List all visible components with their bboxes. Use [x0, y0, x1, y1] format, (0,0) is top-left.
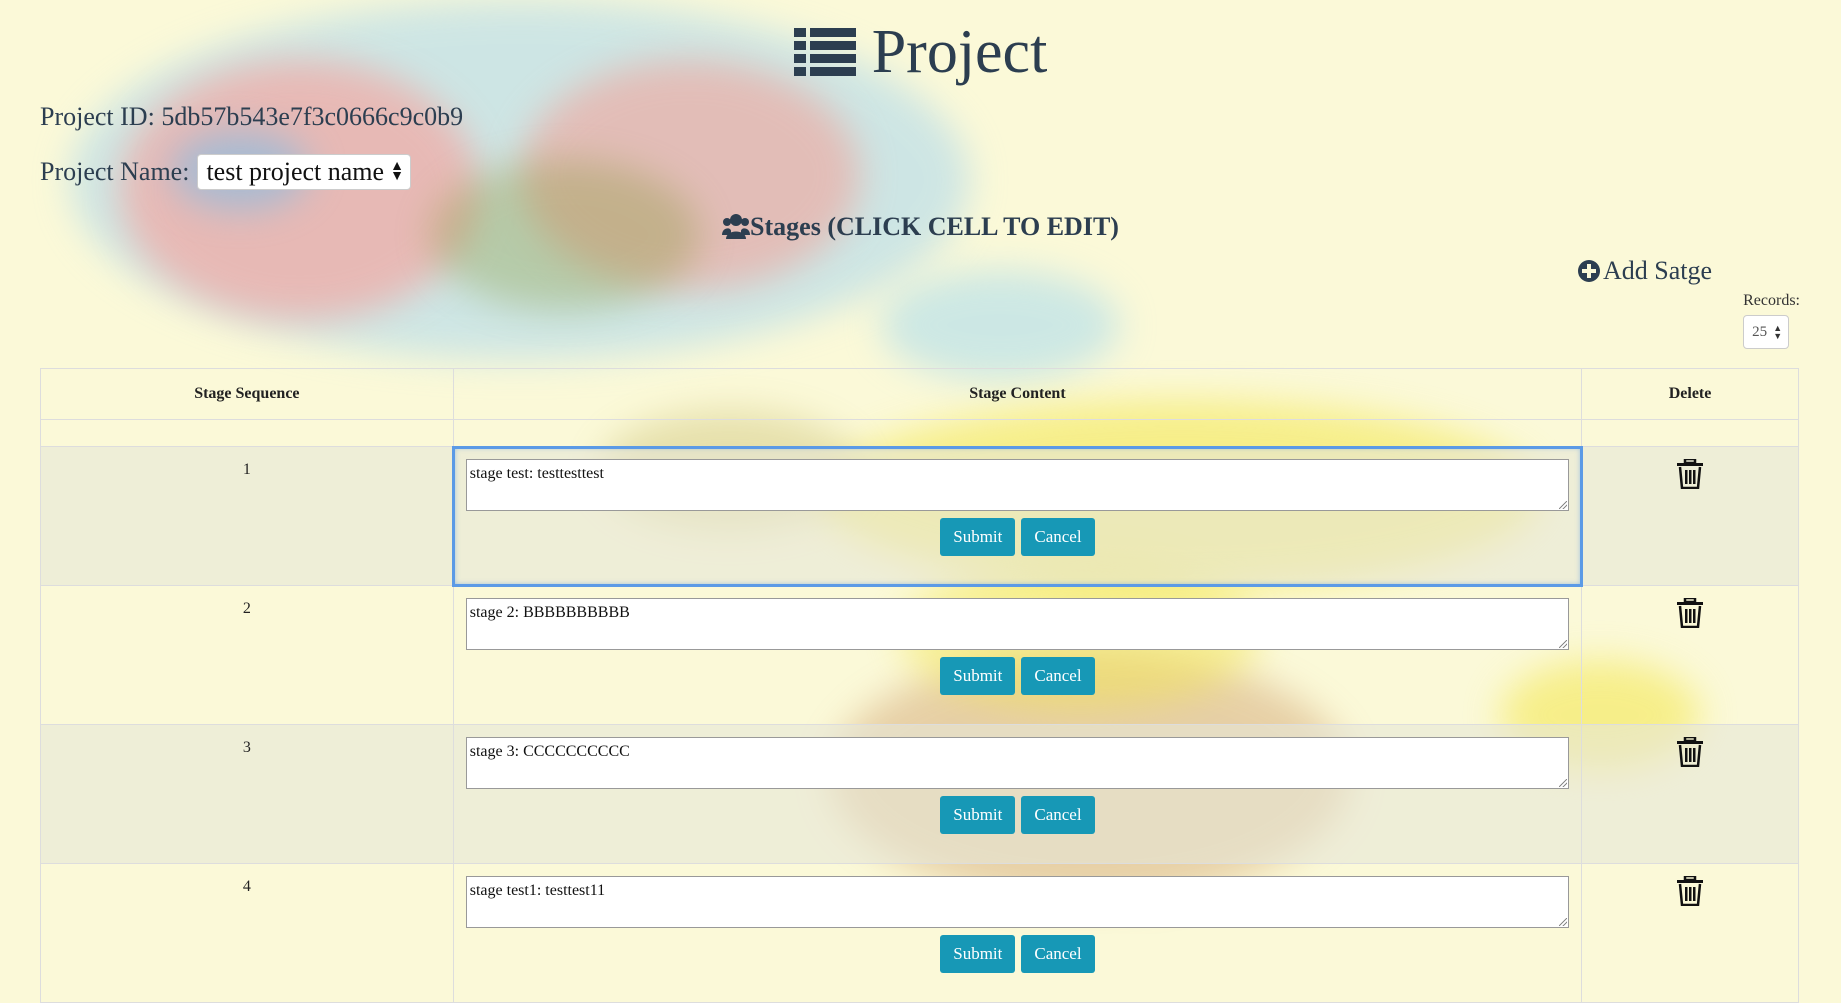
submit-button[interactable]: Submit [940, 935, 1016, 973]
select-arrows-icon: ▲ ▼ [390, 159, 404, 184]
project-name-label: Project Name: [40, 157, 190, 186]
stage-content-textarea[interactable]: stage 3: CCCCCCCCCC [465, 737, 1570, 789]
stage-content-cell[interactable]: stage test: testtesttest Submit Cancel [452, 445, 1583, 587]
project-id: Project ID: 5db57b543e7f3c0666c9c0b9 [40, 102, 463, 132]
stage-sequence: 4 [40, 863, 454, 1003]
resize-handle-icon[interactable] [1559, 640, 1568, 648]
add-stage-label: Add Satge [1602, 256, 1712, 285]
delete-cell [1581, 724, 1799, 864]
records-select[interactable]: 25 ▲ ▼ [1743, 315, 1790, 349]
trash-icon[interactable] [1677, 457, 1704, 490]
records-control: Records: 25 ▲ ▼ [1743, 292, 1800, 349]
stage-content-cell[interactable]: stage 3: CCCCCCCCCC Submit Cancel [452, 724, 1583, 864]
records-value: 25 [1752, 323, 1768, 340]
cancel-button[interactable]: Cancel [1021, 657, 1095, 695]
column-header-delete[interactable]: Delete [1581, 368, 1799, 420]
stages-table: Stage Sequence Stage Content Delete 1 st… [40, 368, 1799, 1003]
stage-content-cell[interactable]: stage 2: BBBBBBBBBB Submit Cancel [452, 585, 1583, 725]
cancel-button[interactable]: Cancel [1021, 935, 1095, 973]
table-row: 3 stage 3: CCCCCCCCCC Submit Cancel [40, 724, 1799, 864]
table-row: 1 stage test: testtesttest Submit Cancel [40, 445, 1799, 587]
project-id-label: Project ID: [40, 102, 155, 131]
submit-button[interactable]: Submit [940, 796, 1016, 834]
delete-cell [1581, 585, 1799, 725]
table-header-row: Stage Sequence Stage Content Delete [40, 368, 1799, 420]
project-name-select[interactable]: test project name ▲ ▼ [197, 154, 411, 190]
stage-content-text: stage 2: BBBBBBBBBB [469, 604, 630, 621]
stage-content-cell[interactable]: stage test1: testtest11 Submit Cancel [452, 863, 1583, 1003]
table-row: 4 stage test1: testtest11 Submit Cancel [40, 863, 1799, 1003]
delete-cell [1581, 446, 1799, 586]
project-name: Project Name: test project name ▲ ▼ [40, 154, 411, 190]
cancel-button[interactable]: Cancel [1021, 518, 1095, 556]
resize-handle-icon[interactable] [1559, 918, 1568, 926]
trash-icon[interactable] [1677, 596, 1704, 629]
stage-sequence: 1 [40, 446, 454, 586]
table-row: 2 stage 2: BBBBBBBBBB Submit Cancel [40, 585, 1799, 725]
project-id-value: 5db57b543e7f3c0666c9c0b9 [161, 102, 464, 131]
submit-button[interactable]: Submit [940, 657, 1016, 695]
list-icon [793, 27, 856, 76]
trash-icon[interactable] [1677, 735, 1704, 768]
stage-content-text: stage test1: testtest11 [469, 882, 606, 899]
cancel-button[interactable]: Cancel [1021, 796, 1095, 834]
trash-icon[interactable] [1677, 874, 1704, 907]
stages-heading-text: Stages (CLICK CELL TO EDIT) [750, 212, 1119, 241]
users-icon [722, 214, 751, 240]
stage-content-textarea[interactable]: stage test: testtesttest [465, 459, 1570, 511]
stage-sequence: 3 [40, 724, 454, 864]
page-title-text: Project [871, 18, 1048, 86]
submit-button[interactable]: Submit [940, 518, 1016, 556]
stage-content-text: stage 3: CCCCCCCCCC [469, 743, 630, 760]
stage-content-textarea[interactable]: stage test1: testtest11 [465, 876, 1570, 928]
stage-content-text: stage test: testtesttest [469, 465, 604, 482]
page-title: Project [0, 14, 1841, 90]
select-arrows-icon: ▲ ▼ [1773, 323, 1783, 341]
stage-sequence: 2 [40, 585, 454, 725]
resize-handle-icon[interactable] [1559, 779, 1568, 787]
add-stage-button[interactable]: Add Satge [1577, 256, 1712, 286]
column-header-content[interactable]: Stage Content [452, 368, 1583, 420]
table-spacer-row [40, 419, 1799, 447]
delete-cell [1581, 863, 1799, 1003]
project-name-value: test project name [206, 157, 385, 186]
column-header-sequence[interactable]: Stage Sequence [40, 368, 454, 420]
stage-content-textarea[interactable]: stage 2: BBBBBBBBBB [465, 598, 1570, 650]
resize-handle-icon[interactable] [1559, 501, 1568, 509]
stages-heading: Stages (CLICK CELL TO EDIT) [0, 212, 1841, 242]
records-label: Records: [1743, 292, 1800, 309]
plus-circle-icon [1577, 260, 1600, 282]
